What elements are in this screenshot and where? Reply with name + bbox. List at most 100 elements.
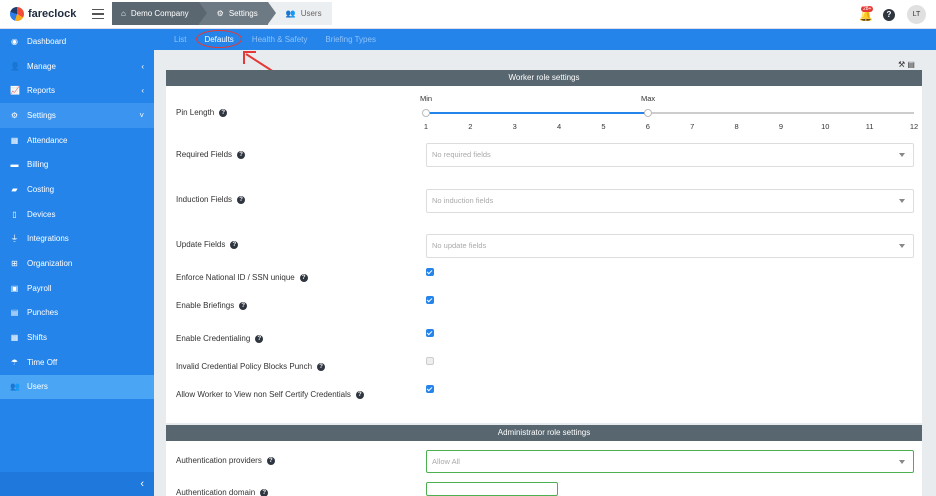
payroll-icon: ▣	[10, 283, 19, 293]
avatar[interactable]: LT	[907, 5, 926, 24]
sidebar-item-settings[interactable]: ⚙ Settings ˅	[0, 103, 154, 128]
worker-settings-title: Worker role settings	[166, 70, 922, 86]
brand-logo[interactable]: fareclock	[10, 7, 76, 21]
field-label: Enable Credentialing	[176, 334, 251, 343]
update-fields-select[interactable]: No update fields	[426, 234, 914, 258]
field-label: Authentication domain	[176, 488, 256, 496]
attendance-icon: ▦	[10, 135, 19, 145]
required-fields-select[interactable]: No required fields	[426, 143, 914, 167]
check-row-label: Enable Credentialing?	[176, 334, 264, 343]
breadcrumb-label: Users	[300, 9, 322, 18]
slider-max-handle[interactable]	[643, 109, 652, 117]
breadcrumb-settings[interactable]: ⚙ Settings	[198, 2, 276, 25]
tab-briefing-types[interactable]: Briefing Types	[325, 35, 376, 44]
breadcrumb-users[interactable]: 👥 Users	[267, 2, 332, 25]
sidebar-item-label: Reports	[27, 86, 56, 96]
help-icon[interactable]: ?	[299, 273, 308, 282]
sidebar-item-label: Punches	[27, 308, 59, 318]
field-label: Update Fields	[176, 240, 226, 249]
top-bar: fareclock ⌂ Demo Company ⚙ Settings 👥 Us…	[0, 0, 936, 29]
breadcrumb: ⌂ Demo Company ⚙ Settings 👥 Users	[112, 2, 332, 25]
auth-domain-input[interactable]	[426, 482, 558, 496]
field-label: Invalid Credential Policy Blocks Punch	[176, 362, 313, 371]
sidebar-item-users[interactable]: 👥 Users	[0, 374, 154, 400]
check-row-label: Allow Worker to View non Self Certify Cr…	[176, 390, 364, 399]
help-icon[interactable]: ?	[266, 456, 275, 465]
slider-min-label: Min	[420, 94, 433, 103]
dashboard-icon: ◉	[11, 36, 18, 46]
help-icon[interactable]: ?	[239, 301, 248, 310]
help-icon[interactable]: ?	[237, 195, 246, 204]
sidebar-item-manage[interactable]: 👤 Manage ‹	[0, 54, 154, 79]
sidebar-item-payroll[interactable]: ▣ Payroll	[0, 276, 154, 301]
plug-icon: ⏚	[10, 234, 19, 244]
sidebar-item-label: Integrations	[27, 234, 69, 244]
sidebar-item-punches[interactable]: ▤ Punches	[0, 301, 154, 326]
chevron-down-icon	[899, 244, 905, 248]
sidebar-item-costing[interactable]: ▰ Costing	[0, 177, 154, 202]
sidebar-item-label: Manage	[27, 61, 56, 71]
sidebar-item-label: Settings	[27, 110, 56, 120]
tab-list[interactable]: List	[174, 35, 186, 44]
chevron-down-icon	[899, 153, 905, 157]
help-icon[interactable]: ?	[237, 150, 246, 159]
chevron-icon: ‹	[141, 61, 144, 71]
sidebar-item-dashboard[interactable]: ◉ Dashboard	[0, 29, 154, 54]
auth-domain-label: Authentication domain?	[176, 488, 269, 496]
folder-icon: ▰	[11, 184, 18, 194]
help-icon[interactable]: ?	[883, 8, 895, 21]
sidebar-item-label: Payroll	[27, 283, 52, 293]
field-label: Authentication providers	[176, 456, 262, 465]
induction-fields-label: Induction Fields?	[176, 195, 246, 204]
tools-icon[interactable]: ⚒	[898, 60, 905, 69]
auth-providers-select[interactable]: Allow All	[426, 450, 914, 473]
sidebar-item-shifts[interactable]: ▦ Shifts	[0, 325, 154, 350]
id-card-icon[interactable]: ▤	[907, 60, 915, 69]
help-icon[interactable]: ?	[355, 390, 364, 399]
select-placeholder: No update fields	[432, 241, 487, 250]
sidebar-item-label: Time Off	[27, 357, 58, 367]
chevron-icon: ‹	[141, 86, 144, 96]
brand-name: fareclock	[28, 8, 77, 20]
sidebar-item-attendance[interactable]: ▦ Attendance	[0, 128, 154, 153]
sidebar-item-devices[interactable]: ▯ Devices	[0, 202, 154, 227]
pin-length-label: Pin Length?	[176, 108, 228, 117]
checkbox[interactable]	[426, 268, 434, 276]
umbrella-icon: ☂	[10, 357, 19, 367]
check-row-label: Enforce National ID / SSN unique?	[176, 273, 308, 282]
slider-min-handle[interactable]	[422, 109, 430, 117]
sidebar-item-label: Devices	[27, 209, 56, 219]
sidebar-item-reports[interactable]: 📈 Reports ‹	[0, 78, 154, 103]
slider-tick-label: 12	[909, 122, 919, 131]
sidebar-collapse-button[interactable]: ‹	[0, 472, 154, 496]
help-icon[interactable]: ?	[230, 240, 239, 249]
field-label: Induction Fields	[176, 195, 233, 204]
checkbox[interactable]	[426, 385, 434, 393]
breadcrumb-label: Demo Company	[130, 9, 189, 18]
sidebar-item-time-off[interactable]: ☂ Time Off	[0, 350, 154, 375]
help-icon[interactable]: ?	[317, 362, 326, 371]
menu-toggle-icon[interactable]	[92, 9, 104, 19]
checkbox[interactable]	[426, 296, 434, 304]
header-actions: 🔔 28+ ? LT	[859, 5, 926, 24]
settings-tabs: List Defaults Health & Safety Briefing T…	[154, 29, 936, 50]
induction-fields-select[interactable]: No induction fields	[426, 189, 914, 213]
help-icon[interactable]: ?	[255, 334, 264, 343]
help-icon[interactable]: ?	[260, 488, 269, 496]
sidebar-item-organization[interactable]: ⊞ Organization	[0, 251, 154, 276]
notifications-button[interactable]: 🔔 28+	[859, 5, 874, 22]
help-icon[interactable]: ?	[219, 108, 228, 117]
checkbox[interactable]	[426, 357, 434, 365]
checkbox[interactable]	[426, 329, 434, 337]
sidebar-item-integrations[interactable]: ⏚ Integrations	[0, 227, 154, 252]
breadcrumb-company[interactable]: ⌂ Demo Company	[112, 2, 207, 25]
sidebar-item-billing[interactable]: ▬ Billing	[0, 152, 154, 177]
user-icon: 👤	[10, 61, 20, 71]
slider-tick-label: 11	[865, 122, 874, 131]
sidebar-item-label: Costing	[27, 184, 55, 194]
gear-icon: ⚙	[216, 9, 224, 18]
chevron-down-icon	[899, 199, 905, 203]
slider-tick-label: 7	[690, 122, 695, 131]
tab-health-safety[interactable]: Health & Safety	[252, 35, 308, 44]
sidebar: ◉ Dashboard 👤 Manage ‹ 📈 Reports ‹ ⚙ Settings ˅ ▦ At…	[0, 29, 154, 496]
